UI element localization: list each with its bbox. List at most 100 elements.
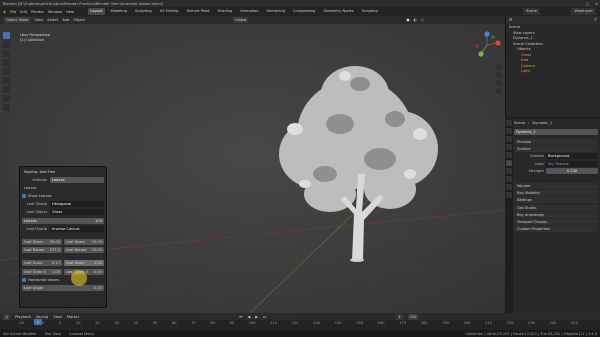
particles-tab-icon[interactable] — [506, 184, 512, 190]
maximize-icon[interactable]: □ — [586, 2, 589, 6]
workspace-tab-scripting[interactable]: Scripting — [360, 8, 380, 15]
modifier-tab-icon[interactable] — [506, 176, 512, 182]
render-tab-icon[interactable] — [506, 128, 512, 134]
custom-properties-section[interactable]: Custom Properties — [514, 226, 598, 233]
viewport-menu-select[interactable]: Select — [47, 18, 58, 22]
physics-tab-icon[interactable] — [506, 192, 512, 198]
scale-tool-icon[interactable] — [3, 68, 10, 75]
navigation-gizmo[interactable] — [472, 30, 502, 60]
menu-render[interactable]: Render — [31, 10, 44, 14]
gas-studio-section[interactable]: Gas Studio — [514, 204, 598, 211]
viewport-menu-object[interactable]: Object — [73, 18, 85, 22]
frame-start-field[interactable]: 1 — [396, 313, 403, 320]
viewport-menu-view[interactable]: View — [35, 18, 44, 22]
cursor-tool-icon[interactable] — [3, 41, 10, 48]
workspace-tab-animation[interactable]: Animation — [238, 8, 260, 15]
measure-tool-icon[interactable] — [3, 95, 10, 102]
timeline-menu-view[interactable]: View — [53, 315, 62, 319]
zoom-icon[interactable] — [496, 64, 502, 70]
blender-logo-icon[interactable]: ◉ — [3, 10, 6, 14]
viewport-menu-add[interactable]: Add — [62, 18, 69, 22]
move-tool-icon[interactable] — [3, 50, 10, 57]
outliner-item-light[interactable]: Light — [509, 69, 597, 75]
leaf-object-dropdown[interactable]: Grass — [50, 209, 104, 216]
jump-start-icon[interactable]: ⏮ — [239, 315, 242, 319]
jump-end-icon[interactable]: ⏭ — [263, 315, 266, 319]
timeline-editor-icon[interactable]: ◷ — [3, 313, 11, 320]
workspace-tab-texture-paint[interactable]: Texture Paint — [184, 8, 211, 15]
color-input-field[interactable]: Sky Texture — [546, 160, 598, 167]
timeline-ruler[interactable]: -20-100102030405060708090100110120130140… — [0, 320, 600, 330]
transform-tool-icon[interactable] — [3, 77, 10, 84]
surface-section[interactable]: Surface — [514, 146, 598, 153]
frame-end-field[interactable]: 250 — [407, 313, 419, 320]
workspace-tab-sculpting[interactable]: Sculpting — [133, 8, 154, 15]
workspace-tab-layout[interactable]: Layout — [88, 8, 105, 15]
leaves-count-field[interactable]: Leaves 100 — [22, 217, 104, 224]
ray-anisotropy-section[interactable]: Ray Anisotropy — [514, 211, 598, 218]
outliner-filter-icon[interactable]: ⛛ — [594, 18, 600, 22]
tool-tab-icon[interactable] — [506, 120, 512, 126]
workspace-tab-geometry-nodes[interactable]: Geometry Nodes — [321, 8, 355, 15]
workspace-tab-uv-editing[interactable]: UV Editing — [158, 8, 181, 15]
menu-help[interactable]: Help — [66, 10, 74, 14]
workspace-tab-compositing[interactable]: Compositing — [291, 8, 318, 15]
outliner-editor-icon[interactable]: ☰ — [509, 18, 512, 22]
surface-shader-field[interactable]: Background — [546, 153, 598, 160]
world-datablock-field[interactable]: Dynamic_1 — [514, 129, 598, 135]
horizontal-leaves-checkbox[interactable] — [22, 277, 26, 282]
leaf-shape-dropdown[interactable]: Hexagonal — [50, 201, 104, 208]
scene-tab-icon[interactable] — [506, 152, 512, 158]
shading-rendered-icon[interactable]: ○ — [421, 18, 424, 22]
output-tab-icon[interactable] — [506, 136, 512, 142]
preview-section[interactable]: Preview — [514, 139, 598, 145]
leaf-angle-field[interactable]: Leaf Angle 0.00 — [22, 284, 104, 291]
camera-view-icon[interactable] — [496, 80, 502, 86]
rotate-tool-icon[interactable] — [3, 59, 10, 66]
leaf-scale-taper-field[interactable]: Leaf Scale 1.00 — [64, 260, 104, 267]
close-icon[interactable]: × — [595, 2, 598, 6]
operator-panel-title[interactable]: Sapling: Add Tree — [22, 169, 104, 175]
menu-window[interactable]: Window — [48, 10, 62, 14]
view-layer-selector[interactable]: ViewLayer — [571, 8, 596, 15]
add-cube-tool-icon[interactable] — [3, 104, 10, 111]
leaf-scale-x-field[interactable]: Leaf Scale X 1.00 — [22, 268, 62, 275]
current-frame-indicator[interactable]: 1 — [34, 319, 42, 325]
timeline-menu-marker[interactable]: Marker — [67, 315, 79, 319]
leaf-scale-field[interactable]: Leaf Scale 0.17 — [22, 260, 62, 267]
ortho-grid-icon[interactable] — [496, 88, 502, 94]
workspace-tab-rendering[interactable]: Rendering — [265, 8, 287, 15]
viewport-display-section[interactable]: Viewport Display — [514, 218, 598, 225]
scene-selector[interactable]: Scene — [523, 8, 540, 15]
leaf-rotate-field[interactable]: Leaf Rotate 137.5 — [22, 247, 62, 254]
workspace-tab-shading[interactable]: Shading — [216, 8, 235, 15]
volume-section[interactable]: Volume — [514, 182, 598, 189]
menu-edit[interactable]: Edit — [20, 10, 27, 14]
select-box-tool-icon[interactable] — [3, 32, 10, 39]
settings-dropdown[interactable]: Leaves — [50, 176, 104, 183]
timeline-menu-playback[interactable]: Playback — [15, 315, 31, 319]
settings-section[interactable]: Settings — [514, 197, 598, 204]
object-tab-icon[interactable] — [506, 168, 512, 174]
leaf-down-angle-field[interactable]: Leaf Down 30.00 — [22, 239, 62, 245]
transform-orientation-dropdown[interactable]: Global — [232, 17, 249, 23]
timeline-menu-keying[interactable]: Keying — [36, 315, 48, 319]
pan-hand-icon[interactable] — [496, 72, 502, 78]
annotate-tool-icon[interactable] — [3, 86, 10, 93]
shading-solid-icon[interactable]: ● — [406, 18, 409, 22]
minimize-icon[interactable]: – — [578, 2, 580, 6]
leaf-distrib-dropdown[interactable]: Inverse Conical — [50, 225, 104, 232]
show-leaves-checkbox[interactable] — [22, 194, 26, 199]
play-reverse-icon[interactable]: ◀ — [247, 315, 250, 319]
workspace-tab-modeling[interactable]: Modeling — [109, 8, 129, 15]
view-layer-tab-icon[interactable] — [506, 144, 512, 150]
object-mode-dropdown[interactable]: Object Mode — [4, 17, 31, 23]
strength-field[interactable]: 0.130 — [546, 167, 598, 174]
play-icon[interactable]: ▶ — [255, 315, 258, 319]
ray-visibility-section[interactable]: Ray Visibility — [514, 190, 598, 197]
leaf-down-angle-var-field[interactable]: Leaf Down 10.00 — [64, 239, 104, 245]
world-tab-icon[interactable] — [506, 160, 512, 166]
shading-material-icon[interactable]: ◐ — [414, 18, 417, 22]
leaf-rotate-var-field[interactable]: Leaf Rotate 15.00 — [64, 247, 104, 254]
menu-file[interactable]: File — [10, 10, 16, 14]
